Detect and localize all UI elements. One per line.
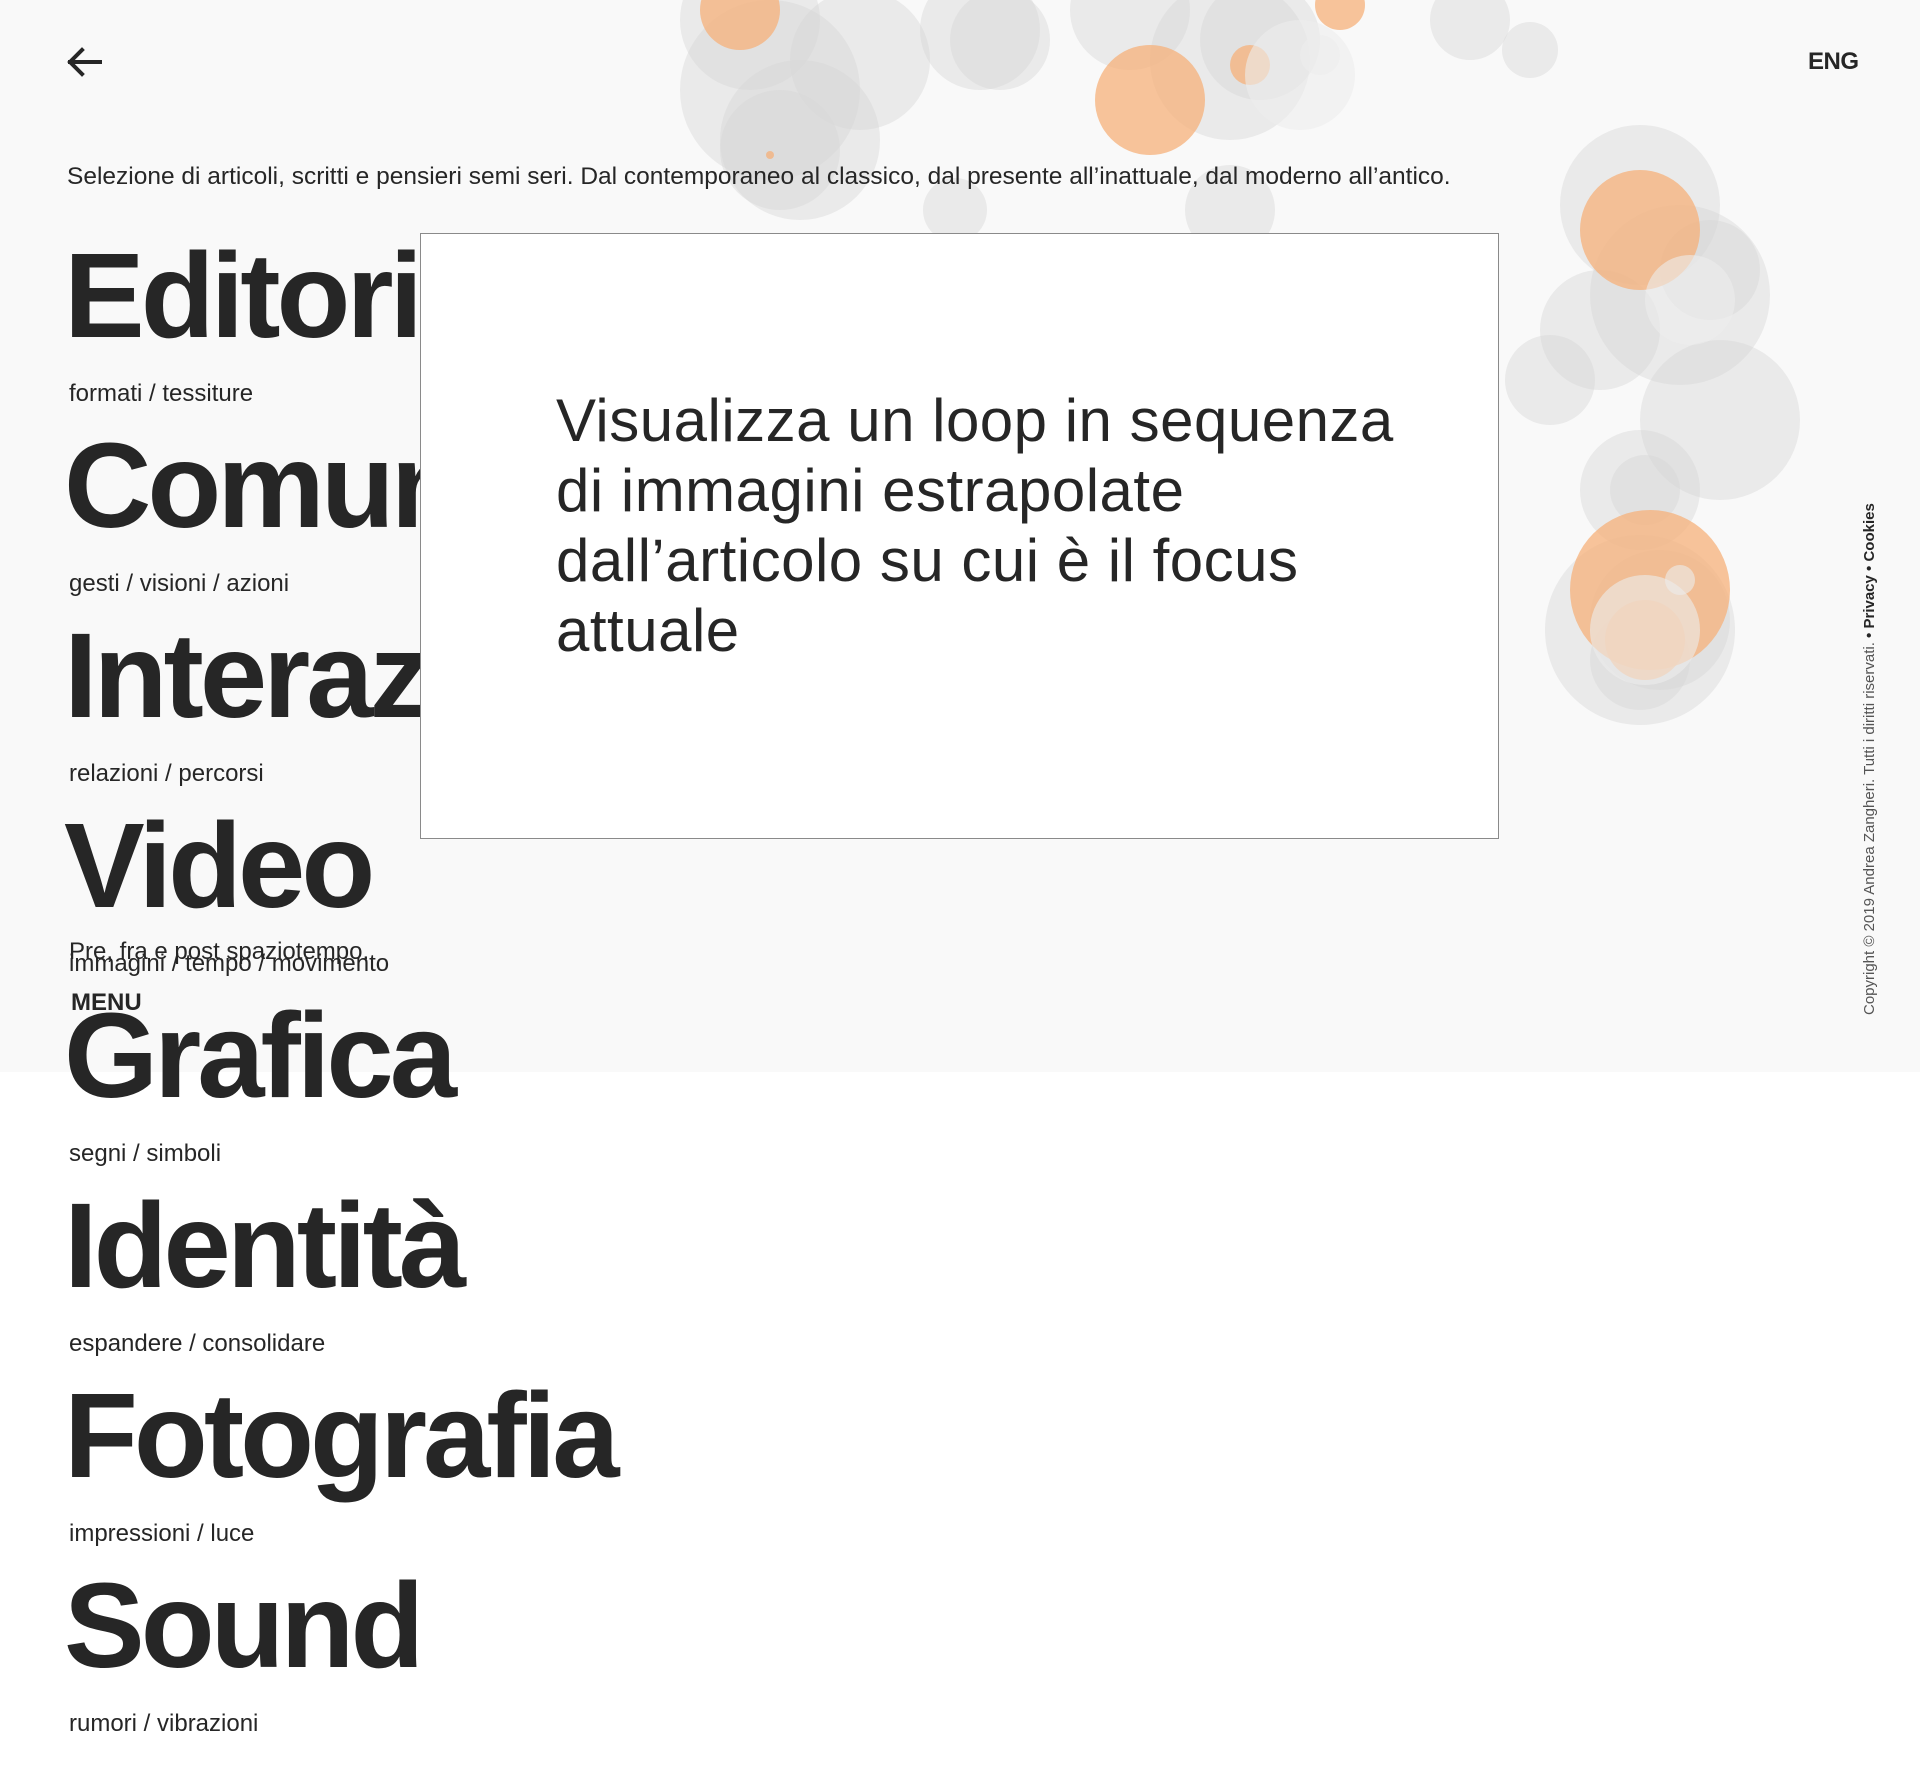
category-subtitle: impressioni / luce — [69, 1520, 255, 1547]
category-subtitle: relazioni / percorsi — [69, 760, 264, 787]
legal-footer: Copyright © 2019 Andrea Zangheri. Tutti … — [1853, 470, 1883, 1015]
category-title[interactable]: Video — [64, 800, 375, 930]
category-video: Video immagini / tempo / movimento — [64, 800, 389, 977]
category-subtitle: rumori / vibrazioni — [69, 1710, 259, 1737]
category-subtitle: gesti / visioni / azioni — [69, 570, 290, 597]
language-toggle[interactable]: ENG — [1808, 48, 1859, 76]
category-fotografia: Fotografia impressioni / luce — [64, 1370, 620, 1547]
category-title[interactable]: Identità — [64, 1180, 466, 1310]
privacy-link[interactable]: • Privacy — [1861, 575, 1878, 638]
category-sound: Sound rumori / vibrazioni — [64, 1560, 424, 1737]
back-arrow-icon[interactable] — [64, 44, 104, 80]
preview-popup: Visualizza un loop in sequenza di immagi… — [420, 233, 1499, 839]
category-identita: Identità espandere / consolidare — [64, 1180, 466, 1357]
copyright-text: Copyright © 2019 Andrea Zangheri. Tutti … — [1861, 642, 1878, 1015]
menu-button[interactable]: MENU — [71, 989, 142, 1017]
popup-text: Visualizza un loop in sequenza di immagi… — [556, 387, 1394, 664]
category-subtitle: espandere / consolidare — [69, 1330, 326, 1357]
category-title[interactable]: Fotografia — [64, 1370, 620, 1500]
category-subtitle: segni / simboli — [69, 1140, 222, 1167]
category-title[interactable]: Sound — [64, 1560, 424, 1690]
category-subtitle: formati / tessiture — [69, 380, 254, 407]
tagline: Pre, fra e post spaziotempo. — [69, 938, 370, 965]
cookies-link[interactable]: • Cookies — [1861, 503, 1878, 571]
intro-text: Selezione di articoli, scritti e pensier… — [67, 163, 1451, 190]
